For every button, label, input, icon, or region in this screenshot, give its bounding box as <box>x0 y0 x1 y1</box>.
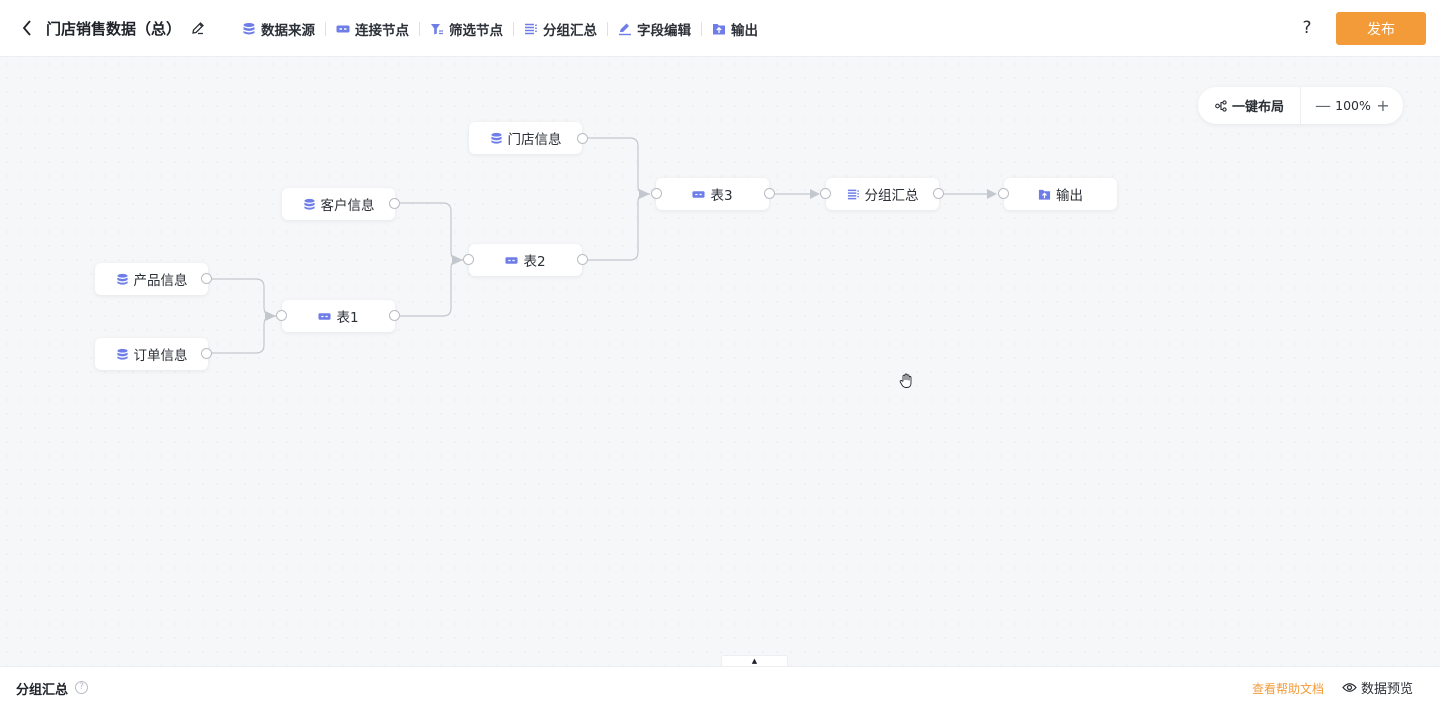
data-preview-button[interactable]: 数据预览 <box>1342 678 1413 697</box>
database-icon <box>490 132 502 144</box>
input-port[interactable] <box>276 310 287 321</box>
node-customer-info[interactable]: 客户信息 <box>282 188 395 220</box>
output-port[interactable] <box>389 310 400 321</box>
group-icon <box>525 23 537 35</box>
edge-layer <box>212 137 997 354</box>
node-label: 产品信息 <box>133 273 188 289</box>
tool-filter-node[interactable]: 筛选节点 <box>420 16 513 42</box>
node-table3[interactable]: 表3 <box>656 178 769 210</box>
publish-button[interactable]: 发布 <box>1336 12 1426 45</box>
output-port[interactable] <box>764 188 775 199</box>
output-port[interactable] <box>201 348 212 359</box>
node-label: 表1 <box>336 310 359 326</box>
output-icon <box>1038 189 1051 200</box>
edge-order-to-table1 <box>212 315 276 354</box>
pen-icon <box>619 23 631 36</box>
back-icon[interactable] <box>18 19 36 37</box>
edge-customer-to-table2 <box>400 202 463 261</box>
bottom-panel: 分组汇总 ? 查看帮助文档 数据预览 <box>0 666 1440 705</box>
output-port[interactable] <box>933 188 944 199</box>
info-icon[interactable]: ? <box>75 681 88 694</box>
zoom-out-button[interactable]: — <box>1313 96 1333 115</box>
tool-group-summary[interactable]: 分组汇总 <box>514 16 607 42</box>
edge-table2-to-table3 <box>588 193 650 261</box>
data-preview-label: 数据预览 <box>1361 682 1414 697</box>
node-order-info[interactable]: 订单信息 <box>95 338 208 370</box>
database-icon <box>116 273 128 285</box>
node-table2[interactable]: 表2 <box>469 244 582 276</box>
node-label: 输出 <box>1056 188 1083 204</box>
tool-output[interactable]: 输出 <box>702 16 768 42</box>
input-port[interactable] <box>820 188 831 199</box>
node-label: 客户信息 <box>320 198 375 214</box>
input-port[interactable] <box>998 188 1009 199</box>
eye-icon <box>1342 683 1357 692</box>
zoom-level: 100% <box>1335 98 1371 113</box>
layout-zoom-control: 一键布局 — 100% + <box>1198 87 1403 124</box>
node-label: 表2 <box>523 254 546 270</box>
panel-collapse-tab[interactable]: ▲ <box>721 655 788 666</box>
hand-cursor-icon <box>899 373 912 388</box>
arrow-head <box>810 189 820 199</box>
database-icon <box>303 198 315 210</box>
input-port[interactable] <box>463 254 474 265</box>
tool-label: 筛选节点 <box>449 23 503 39</box>
output-port[interactable] <box>577 254 588 265</box>
help-doc-link[interactable]: 查看帮助文档 <box>1252 680 1324 697</box>
node-product-info[interactable]: 产品信息 <box>95 263 208 295</box>
output-port[interactable] <box>389 198 400 209</box>
join-icon <box>318 312 331 320</box>
arrow-head <box>452 255 463 265</box>
tool-label: 输出 <box>731 23 758 39</box>
auto-layout-button[interactable]: 一键布局 <box>1198 87 1301 124</box>
help-icon[interactable]: ? <box>1296 16 1318 40</box>
input-port[interactable] <box>651 188 662 199</box>
output-port[interactable] <box>201 273 212 284</box>
node-store-info[interactable]: 门店信息 <box>469 122 582 154</box>
tool-join-node[interactable]: 连接节点 <box>326 16 419 42</box>
node-label: 订单信息 <box>133 348 188 364</box>
layout-icon <box>1215 99 1227 112</box>
join-icon <box>692 190 705 198</box>
edge-product-to-table1 <box>212 278 276 317</box>
filter-icon <box>431 24 443 35</box>
page-title: 门店销售数据（总） <box>46 20 182 38</box>
join-icon <box>336 25 350 33</box>
zoom-in-button[interactable]: + <box>1373 96 1393 115</box>
node-output[interactable]: 输出 <box>1004 178 1117 210</box>
node-toolbar: 数据来源 连接节点 筛选节点 分组汇总 字段编辑 输出 <box>232 16 768 42</box>
tool-label: 数据来源 <box>261 23 315 39</box>
output-port[interactable] <box>577 133 588 144</box>
edge-store-to-table3 <box>588 137 650 195</box>
flow-canvas[interactable]: 门店信息 客户信息 产品信息 订单信息 表1 表2 表3 分组汇总 输出 一键布… <box>0 57 1440 666</box>
arrow-head <box>987 189 997 199</box>
node-label: 门店信息 <box>507 132 562 148</box>
tool-data-source[interactable]: 数据来源 <box>232 16 325 42</box>
node-label: 分组汇总 <box>864 188 919 204</box>
join-icon <box>505 256 518 264</box>
auto-layout-label: 一键布局 <box>1232 100 1285 115</box>
node-table1[interactable]: 表1 <box>282 300 395 332</box>
node-label: 表3 <box>710 188 733 204</box>
database-icon <box>243 23 255 35</box>
output-icon <box>713 24 725 35</box>
top-header: 门店销售数据（总） 数据来源 连接节点 筛选节点 分组汇总 字段编辑 输出 ? … <box>0 0 1440 57</box>
group-icon <box>847 189 859 199</box>
tool-field-edit[interactable]: 字段编辑 <box>608 16 701 42</box>
tool-label: 连接节点 <box>355 23 409 39</box>
arrow-head <box>639 189 650 199</box>
panel-title: 分组汇总 <box>16 683 69 698</box>
arrow-head <box>265 311 276 321</box>
database-icon <box>116 348 128 360</box>
tool-label: 分组汇总 <box>543 23 597 39</box>
tool-label: 字段编辑 <box>637 23 691 39</box>
edit-title-icon[interactable] <box>190 20 206 36</box>
edge-table1-to-table2 <box>400 259 463 317</box>
node-group-summary[interactable]: 分组汇总 <box>826 178 939 210</box>
